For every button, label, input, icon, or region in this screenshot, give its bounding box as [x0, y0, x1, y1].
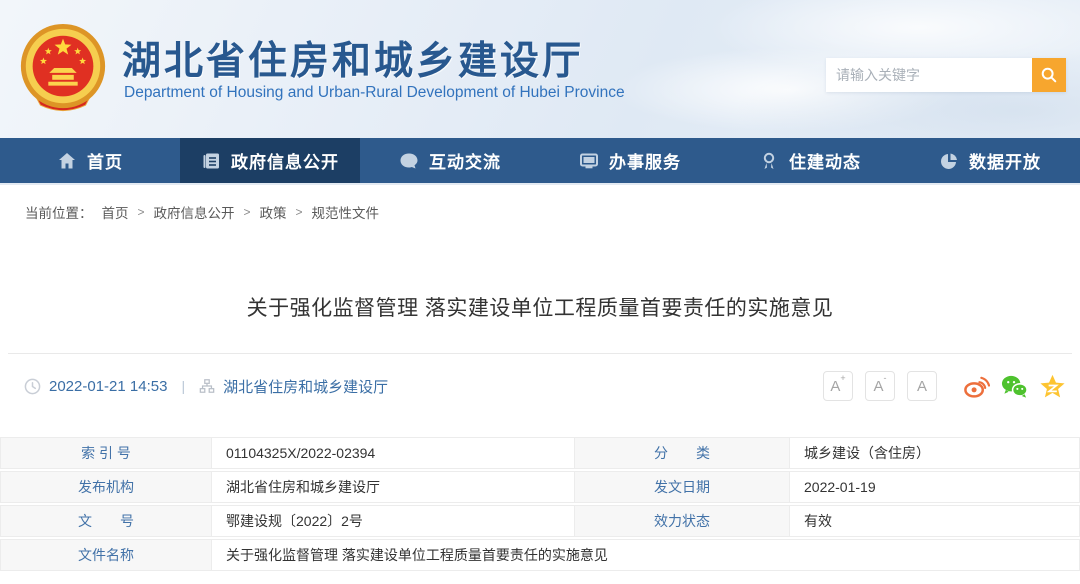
- doc-info-label: 分 类: [574, 438, 789, 468]
- pie-chart-icon: [939, 151, 959, 171]
- table-row: 文件名称 关于强化监督管理 落实建设单位工程质量首要责任的实施意见: [0, 539, 1080, 571]
- breadcrumb-separator: >: [296, 205, 303, 219]
- nav-item-gov-info[interactable]: 政府信息公开: [180, 138, 360, 183]
- nav-label: 数据开放: [969, 148, 1041, 173]
- doc-info-label: 发布机构: [1, 472, 211, 502]
- chat-bubble-icon: [399, 151, 419, 171]
- breadcrumb-link-gov-info[interactable]: 政府信息公开: [154, 202, 235, 222]
- doc-info-value: 有效: [789, 506, 1079, 536]
- search-input[interactable]: [826, 58, 1032, 92]
- person-badge-icon: [759, 151, 779, 171]
- doc-info-value: 鄂建设规〔2022〕2号: [211, 506, 574, 536]
- doc-info-label: 索 引 号: [1, 438, 211, 468]
- site-title: 湖北省住房和城乡建设厅: [122, 30, 584, 86]
- table-row: 索 引 号 01104325X/2022-02394 分 类 城乡建设（含住房）: [0, 437, 1080, 469]
- doc-info-value: 2022-01-19: [789, 472, 1079, 502]
- site-header: 湖北省住房和城乡建设厅 Department of Housing and Ur…: [0, 0, 1080, 138]
- site-subtitle: Department of Housing and Urban-Rural De…: [124, 84, 625, 102]
- share-icons: [963, 373, 1066, 400]
- breadcrumb-separator: >: [138, 205, 145, 219]
- doc-info-value: 城乡建设（含住房）: [789, 438, 1079, 468]
- doc-info-label: 发文日期: [574, 472, 789, 502]
- search-button[interactable]: [1032, 58, 1066, 92]
- nav-label: 政府信息公开: [231, 148, 339, 173]
- main-nav: 首页 政府信息公开 互动交流 办事服务 住建动态: [0, 138, 1080, 185]
- breadcrumb-separator: >: [244, 205, 251, 219]
- doc-info-label: 文件名称: [1, 540, 211, 570]
- doc-info-value: 湖北省住房和城乡建设厅: [211, 472, 574, 502]
- breadcrumb-prefix: 当前位置：: [25, 202, 93, 222]
- font-reset-button[interactable]: A: [907, 371, 937, 401]
- home-icon: [57, 151, 77, 171]
- article-meta-row: 2022-01-21 14:53 | 湖北省住房和城乡建设厅 A+ A- A: [14, 371, 1066, 401]
- nav-label: 办事服务: [609, 148, 681, 173]
- breadcrumb: 当前位置： 首页 > 政府信息公开 > 政策 > 规范性文件: [25, 202, 1080, 222]
- qzone-icon[interactable]: [1039, 373, 1066, 400]
- nav-label: 住建动态: [789, 148, 861, 173]
- article-meta-right: A+ A- A: [823, 371, 1066, 401]
- breadcrumb-link-home[interactable]: 首页: [102, 202, 129, 222]
- sitemap-icon: [199, 378, 215, 394]
- nav-item-home[interactable]: 首页: [0, 138, 180, 183]
- wechat-icon[interactable]: [1001, 373, 1028, 400]
- doc-info-label: 文 号: [1, 506, 211, 536]
- nav-item-interaction[interactable]: 互动交流: [360, 138, 540, 183]
- meta-separator: |: [181, 378, 185, 394]
- monitor-icon: [579, 151, 599, 171]
- font-decrease-button[interactable]: A-: [865, 371, 895, 401]
- clock-icon: [24, 378, 41, 395]
- doc-info-label: 效力状态: [574, 506, 789, 536]
- search-icon: [1040, 66, 1058, 84]
- divider: [8, 353, 1072, 354]
- weibo-icon[interactable]: [963, 373, 990, 400]
- font-increase-button[interactable]: A+: [823, 371, 853, 401]
- doc-info-table: 索 引 号 01104325X/2022-02394 分 类 城乡建设（含住房）…: [0, 437, 1080, 571]
- article-source: 湖北省住房和城乡建设厅: [223, 376, 388, 397]
- nav-item-services[interactable]: 办事服务: [540, 138, 720, 183]
- document-icon: [201, 151, 221, 171]
- table-row: 发布机构 湖北省住房和城乡建设厅 发文日期 2022-01-19: [0, 471, 1080, 503]
- nav-item-open-data[interactable]: 数据开放: [900, 138, 1080, 183]
- publish-datetime: 2022-01-21 14:53: [49, 378, 167, 395]
- doc-info-value: 关于强化监督管理 落实建设单位工程质量首要责任的实施意见: [211, 540, 1079, 570]
- nav-item-news[interactable]: 住建动态: [720, 138, 900, 183]
- search-box: [826, 58, 1066, 92]
- breadcrumb-link-policy[interactable]: 政策: [260, 202, 287, 222]
- article-title: 关于强化监督管理 落实建设单位工程质量首要责任的实施意见: [0, 292, 1080, 322]
- article-meta-left: 2022-01-21 14:53 | 湖北省住房和城乡建设厅: [14, 376, 388, 397]
- nav-label: 互动交流: [429, 148, 501, 173]
- table-row: 文 号 鄂建设规〔2022〕2号 效力状态 有效: [0, 505, 1080, 537]
- national-emblem-logo: [16, 22, 110, 116]
- doc-info-value: 01104325X/2022-02394: [211, 438, 574, 468]
- nav-label: 首页: [87, 148, 123, 173]
- breadcrumb-link-normative-docs[interactable]: 规范性文件: [312, 202, 380, 222]
